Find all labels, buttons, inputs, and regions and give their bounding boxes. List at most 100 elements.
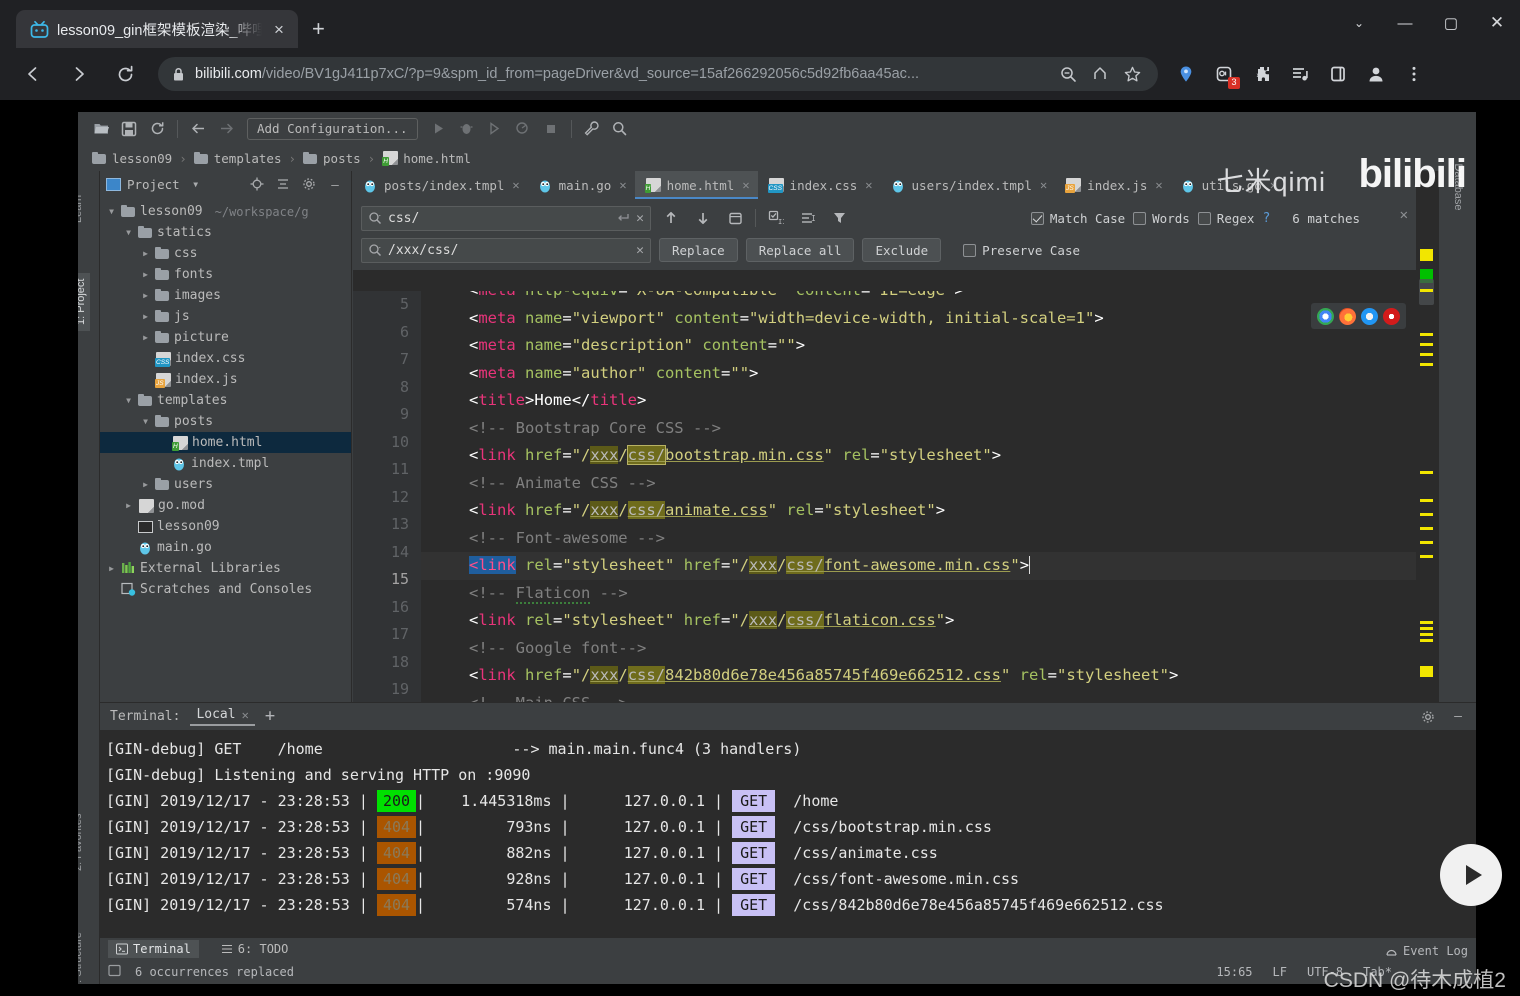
tree-item-index-css[interactable]: CSSindex.css xyxy=(100,348,351,369)
marker-warning[interactable] xyxy=(1420,633,1433,636)
editor-tab-close-icon[interactable]: ✕ xyxy=(1155,178,1162,192)
window-minimize-button[interactable]: — xyxy=(1382,0,1428,46)
tree-expand-arrow[interactable]: ▶ xyxy=(140,333,151,342)
clear-replace-icon[interactable]: ✕ xyxy=(636,243,644,258)
notification-icon[interactable] xyxy=(108,964,121,980)
tree-item-js[interactable]: ▶js xyxy=(100,306,351,327)
code-line-18[interactable]: <!-- Google font--> xyxy=(421,635,1416,663)
search-dropdown-icon[interactable] xyxy=(368,211,382,225)
reload-icon[interactable] xyxy=(106,55,144,93)
code-line-15[interactable]: <link rel="stylesheet" href="/xxx/css/fo… xyxy=(421,552,1416,580)
terminal-tab-close-icon[interactable]: ✕ xyxy=(242,708,249,722)
bottom-tab-todo[interactable]: 6: TODO xyxy=(213,940,297,958)
sync-icon[interactable] xyxy=(144,116,170,142)
video-player-area[interactable]: Add Configuration... xyxy=(0,100,1520,996)
multiline-toggle-icon[interactable]: I xyxy=(796,206,820,230)
scroll-thumb[interactable] xyxy=(1419,279,1434,305)
code-line-19[interactable]: <link href="/xxx/css/842b80d6e78e456a857… xyxy=(421,662,1416,690)
navigate-back-icon[interactable] xyxy=(185,116,211,142)
extension-monitor-icon[interactable]: 3 xyxy=(1206,56,1242,92)
tree-expand-arrow[interactable]: ▼ xyxy=(123,396,134,405)
chrome-menu-icon[interactable] xyxy=(1396,56,1432,92)
new-tab-button[interactable]: + xyxy=(312,18,325,40)
open-folder-icon[interactable] xyxy=(88,116,114,142)
tree-expand-arrow[interactable]: ▶ xyxy=(140,249,151,258)
window-close-button[interactable]: ✕ xyxy=(1474,0,1520,46)
run-icon[interactable] xyxy=(426,116,452,142)
tree-expand-arrow[interactable]: ▼ xyxy=(106,207,117,216)
clear-search-icon[interactable]: ✕ xyxy=(636,211,644,226)
editor-tab-close-icon[interactable]: ✕ xyxy=(512,178,519,192)
line-separator[interactable]: LF xyxy=(1267,965,1293,979)
tree-item-index-js[interactable]: JSindex.js xyxy=(100,369,351,390)
code-line-13[interactable]: <link href="/xxx/css/animate.css" rel="s… xyxy=(421,497,1416,525)
code-line-11[interactable]: <link href="/xxx/css/bootstrap.min.css" … xyxy=(421,442,1416,470)
tree-expand-arrow[interactable]: ▶ xyxy=(140,480,151,489)
run-coverage-icon[interactable] xyxy=(482,116,508,142)
regex-help-icon[interactable]: ? xyxy=(1262,211,1270,226)
marker-warning[interactable] xyxy=(1420,289,1433,292)
code-line-6[interactable]: <meta name="viewport" content="width=dev… xyxy=(421,305,1416,333)
tree-expand-arrow[interactable]: ▼ xyxy=(123,228,134,237)
tree-item-scratches-and-consoles[interactable]: Scratches and Consoles xyxy=(100,579,351,600)
hide-terminal-icon[interactable]: — xyxy=(1448,707,1468,727)
stop-icon[interactable] xyxy=(538,116,564,142)
tree-expand-arrow[interactable]: ▶ xyxy=(140,291,151,300)
code-line-10[interactable]: <!-- Bootstrap Core CSS --> xyxy=(421,415,1416,443)
navigate-forward-icon[interactable] xyxy=(213,116,239,142)
share-icon[interactable] xyxy=(1089,65,1111,83)
run-configuration-selector[interactable]: Add Configuration... xyxy=(247,118,418,140)
close-find-panel-icon[interactable]: ✕ xyxy=(1400,207,1408,223)
editor-tab-close-icon[interactable]: ✕ xyxy=(1040,178,1047,192)
find-next-icon[interactable] xyxy=(691,206,715,230)
code-line-8[interactable]: <meta name="author" content=""> xyxy=(421,360,1416,388)
code-line-14[interactable]: <!-- Font-awesome --> xyxy=(421,525,1416,553)
tree-item-main-go[interactable]: main.go xyxy=(100,537,351,558)
tree-item-css[interactable]: ▶css xyxy=(100,243,351,264)
extensions-puzzle-icon[interactable] xyxy=(1244,56,1280,92)
marker-warning[interactable] xyxy=(1420,363,1433,366)
tree-expand-arrow[interactable]: ▶ xyxy=(106,564,117,573)
forward-icon[interactable] xyxy=(60,55,98,93)
breadcrumb-item-home-html[interactable]: Hhome.html xyxy=(380,151,473,166)
location-pin-icon[interactable] xyxy=(1168,56,1204,92)
marker-warning[interactable] xyxy=(1420,555,1433,558)
breadcrumb-item-lesson09[interactable]: lesson09 xyxy=(90,151,174,166)
code-line-7[interactable]: <meta name="description" content=""> xyxy=(421,332,1416,360)
terminal-tab-local[interactable]: Local ✕ xyxy=(190,707,254,726)
side-panel-icon[interactable] xyxy=(1320,56,1356,92)
tool-tab-project[interactable]: 1: Project xyxy=(78,273,90,331)
reading-list-icon[interactable] xyxy=(1282,56,1318,92)
tree-item-home-html[interactable]: Hhome.html xyxy=(100,432,351,453)
open-in-find-window-icon[interactable] xyxy=(723,206,747,230)
regex-checkbox[interactable]: Regex xyxy=(1198,211,1255,226)
editor-tab-close-icon[interactable]: ✕ xyxy=(865,178,872,192)
window-maximize-button[interactable]: ▢ xyxy=(1428,0,1474,46)
tree-item-picture[interactable]: ▶picture xyxy=(100,327,351,348)
editor-tab-posts-index-tmpl[interactable]: posts/index.tmpl✕ xyxy=(353,171,528,199)
tool-tab-favorites[interactable]: 2: Favorites xyxy=(78,814,84,871)
gear-icon[interactable] xyxy=(299,174,319,194)
return-icon[interactable] xyxy=(616,211,630,225)
zoom-out-icon[interactable] xyxy=(1057,65,1079,83)
marker-warning[interactable] xyxy=(1420,343,1433,346)
search-everywhere-icon[interactable] xyxy=(607,116,633,142)
opera-icon[interactable] xyxy=(1383,308,1400,325)
tab-close-icon[interactable]: × xyxy=(270,19,288,40)
words-checkbox[interactable]: Words xyxy=(1133,211,1190,226)
browser-tab[interactable]: lesson09_gin框架模板渲染_哔哩 × xyxy=(16,10,298,48)
marker-warning[interactable] xyxy=(1420,541,1433,544)
bottom-tab-terminal[interactable]: Terminal xyxy=(108,940,199,958)
editor-tab-index-js[interactable]: JSindex.js✕ xyxy=(1055,171,1170,199)
marker-warning[interactable] xyxy=(1420,527,1433,530)
chrome-icon[interactable] xyxy=(1317,308,1334,325)
preserve-case-checkbox[interactable]: Preserve Case xyxy=(963,243,1080,258)
exclude-button[interactable]: Exclude xyxy=(862,238,941,262)
marker-warning[interactable] xyxy=(1420,639,1433,642)
safari-icon[interactable] xyxy=(1361,308,1378,325)
editor-tab-index-css[interactable]: CSSindex.css✕ xyxy=(758,171,881,199)
editor-tab-close-icon[interactable]: ✕ xyxy=(742,178,749,192)
tree-item-external-libraries[interactable]: ▶External Libraries xyxy=(100,558,351,579)
tree-expand-arrow[interactable]: ▶ xyxy=(123,501,134,510)
tree-item-go-mod[interactable]: ▶go.mod xyxy=(100,495,351,516)
